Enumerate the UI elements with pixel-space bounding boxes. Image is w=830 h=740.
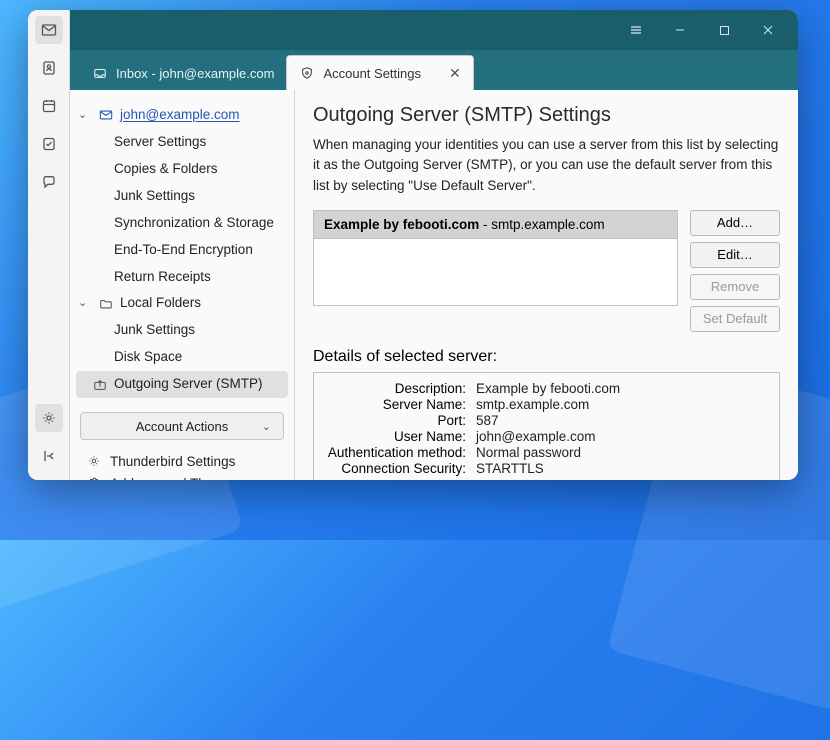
outbox-icon <box>92 377 108 393</box>
detail-key: Connection Security: <box>326 461 476 476</box>
detail-key: Server Name: <box>326 397 476 412</box>
detail-key: Port: <box>326 413 476 428</box>
app-menu-icon[interactable] <box>614 12 658 48</box>
detail-key: Authentication method: <box>326 445 476 460</box>
app-window: Inbox - john@example.com Account Setting… <box>28 10 798 480</box>
thunderbird-settings-link[interactable]: Thunderbird Settings <box>76 450 288 472</box>
tab-settings-label: Account Settings <box>323 66 421 81</box>
calendar-space-icon[interactable] <box>35 92 63 120</box>
tab-account-settings[interactable]: Account Settings ✕ <box>286 55 473 90</box>
detail-key: Description: <box>326 381 476 396</box>
shield-icon <box>299 65 315 81</box>
close-button[interactable] <box>746 12 790 48</box>
settings-space-icon[interactable] <box>35 404 63 432</box>
local-folders-root[interactable]: ⌄ Local Folders <box>76 290 288 317</box>
page-description: When managing your identities you can us… <box>313 135 780 196</box>
account-root[interactable]: ⌄ john@example.com <box>76 102 288 129</box>
detail-value: smtp.example.com <box>476 397 767 412</box>
tab-inbox[interactable]: Inbox - john@example.com <box>80 56 286 90</box>
edit-button[interactable]: Edit… <box>690 242 780 268</box>
mail-account-icon <box>98 107 114 123</box>
tree-footer: Account Actions ⌄ Thunderbird Settings A… <box>76 398 288 480</box>
tree-return-receipts[interactable]: Return Receipts <box>76 264 288 291</box>
minimize-button[interactable] <box>658 12 702 48</box>
addressbook-space-icon[interactable] <box>35 54 63 82</box>
page-title: Outgoing Server (SMTP) Settings <box>313 104 780 127</box>
account-root-label: john@example.com <box>120 105 240 126</box>
tab-strip: Inbox - john@example.com Account Setting… <box>70 50 798 90</box>
account-tree: ⌄ john@example.com Server Settings Copie… <box>70 90 295 480</box>
puzzle-icon <box>86 475 102 480</box>
tree-copies-folders[interactable]: Copies & Folders <box>76 156 288 183</box>
tree-server-settings[interactable]: Server Settings <box>76 129 288 156</box>
mail-space-icon[interactable] <box>35 16 63 44</box>
gear-icon <box>86 453 102 469</box>
set-default-button[interactable]: Set Default <box>690 306 780 332</box>
tasks-space-icon[interactable] <box>35 130 63 158</box>
tab-close-icon[interactable]: ✕ <box>449 65 461 82</box>
account-actions-button[interactable]: Account Actions ⌄ <box>80 412 284 440</box>
spaces-toolbar <box>28 10 70 480</box>
folder-icon <box>98 296 114 312</box>
tree-junk-settings[interactable]: Junk Settings <box>76 183 288 210</box>
title-bar <box>70 10 798 50</box>
smtp-server-list[interactable]: Example by febooti.com - smtp.example.co… <box>313 210 678 306</box>
chevron-down-icon: ⌄ <box>78 295 92 312</box>
chat-space-icon[interactable] <box>35 168 63 196</box>
detail-value: STARTTLS <box>476 461 767 476</box>
chevron-down-icon: ⌄ <box>78 107 92 124</box>
tree-local-junk[interactable]: Junk Settings <box>76 317 288 344</box>
main-area: Inbox - john@example.com Account Setting… <box>70 10 798 480</box>
add-button[interactable]: Add… <box>690 210 780 236</box>
detail-key: User Name: <box>326 429 476 444</box>
inbox-tab-icon <box>92 65 108 81</box>
detail-value: Normal password <box>476 445 767 460</box>
collapse-spaces-icon[interactable] <box>35 442 63 470</box>
detail-value: john@example.com <box>476 429 767 444</box>
addons-themes-link[interactable]: Add-ons and Themes <box>76 472 288 480</box>
details-heading: Details of selected server: <box>313 348 780 366</box>
maximize-button[interactable] <box>702 12 746 48</box>
tree-sync-storage[interactable]: Synchronization & Storage <box>76 210 288 237</box>
content-body: ⌄ john@example.com Server Settings Copie… <box>70 90 798 480</box>
detail-value: 587 <box>476 413 767 428</box>
chevron-down-icon: ⌄ <box>262 420 271 433</box>
local-folders-label: Local Folders <box>120 293 201 314</box>
tree-disk-space[interactable]: Disk Space <box>76 344 288 371</box>
settings-content: Outgoing Server (SMTP) Settings When man… <box>295 90 798 480</box>
smtp-server-item[interactable]: Example by febooti.com - smtp.example.co… <box>314 211 677 239</box>
tree-e2e-encryption[interactable]: End-To-End Encryption <box>76 237 288 264</box>
smtp-buttons: Add… Edit… Remove Set Default <box>690 210 780 332</box>
detail-value: Example by febooti.com <box>476 381 767 396</box>
tab-inbox-label: Inbox - john@example.com <box>116 66 274 81</box>
server-details: Description:Example by febooti.com Serve… <box>313 372 780 480</box>
tree-outgoing-smtp[interactable]: Outgoing Server (SMTP) <box>76 371 288 398</box>
remove-button[interactable]: Remove <box>690 274 780 300</box>
